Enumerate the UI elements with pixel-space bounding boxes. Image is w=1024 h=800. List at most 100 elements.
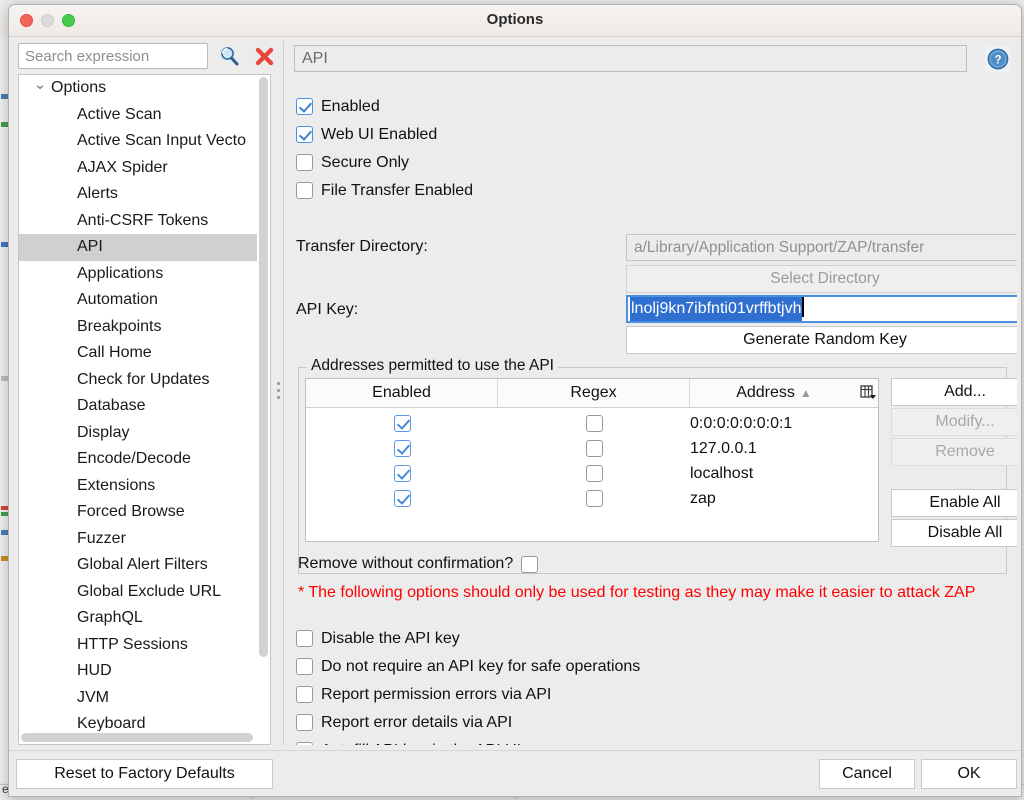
tree-vertical-scroll-thumb[interactable] bbox=[259, 77, 268, 657]
checkbox-web-ui-enabled-box[interactable] bbox=[296, 126, 313, 143]
clear-search-icon[interactable] bbox=[254, 46, 275, 67]
enable-all-button[interactable]: Enable All bbox=[891, 489, 1017, 517]
sidebar-item-global-exclude-url[interactable]: Global Exclude URL bbox=[19, 579, 257, 606]
row-enabled-checkbox[interactable] bbox=[394, 440, 411, 457]
transfer-directory-label: Transfer Directory: bbox=[296, 238, 428, 255]
add-address-button[interactable]: Add... bbox=[891, 378, 1017, 406]
checkbox-no-api-key-safe-ops-label: Do not require an API key for safe opera… bbox=[321, 657, 641, 675]
row-enabled-checkbox[interactable] bbox=[394, 490, 411, 507]
row-enabled-checkbox[interactable] bbox=[394, 465, 411, 482]
tree-vertical-scrollbar[interactable] bbox=[258, 77, 269, 729]
sidebar-item-display[interactable]: Display bbox=[19, 420, 257, 447]
sidebar-item-label: Extensions bbox=[77, 476, 156, 494]
sidebar-item-active-scan[interactable]: Active Scan bbox=[19, 102, 257, 129]
sidebar-item-label: Global Alert Filters bbox=[77, 556, 208, 573]
sidebar-item-extensions[interactable]: Extensions bbox=[19, 473, 257, 500]
row-regex-checkbox[interactable] bbox=[586, 465, 603, 482]
row-enabled-checkbox[interactable] bbox=[394, 415, 411, 432]
disable-all-button[interactable]: Disable All bbox=[891, 519, 1017, 547]
table-row[interactable]: zap bbox=[306, 486, 878, 511]
checkbox-secure-only[interactable]: Secure Only bbox=[296, 149, 409, 176]
search-input[interactable] bbox=[18, 43, 208, 69]
checkbox-no-api-key-safe-ops[interactable]: Do not require an API key for safe opera… bbox=[296, 653, 640, 680]
sidebar-item-http-sessions[interactable]: HTTP Sessions bbox=[19, 632, 257, 659]
sidebar-item-ajax-spider[interactable]: AJAX Spider bbox=[19, 155, 257, 182]
sidebar-item-database[interactable]: Database bbox=[19, 393, 257, 420]
table-row[interactable]: localhost bbox=[306, 461, 878, 486]
tree-horizontal-scroll-thumb[interactable] bbox=[21, 733, 253, 742]
row-regex-checkbox[interactable] bbox=[586, 415, 603, 432]
api-options-panel: API ? Enabled Web UI Enabled Secure Only… bbox=[283, 41, 1017, 745]
sidebar-item-graphql[interactable]: GraphQL bbox=[19, 605, 257, 632]
sidebar-item-alerts[interactable]: Alerts bbox=[19, 181, 257, 208]
search-icon[interactable] bbox=[218, 45, 240, 67]
chevron-down-icon[interactable]: ⌄ bbox=[33, 75, 47, 102]
row-address-value: 0:0:0:0:0:0:0:1 bbox=[690, 415, 793, 432]
tree-horizontal-scrollbar[interactable] bbox=[21, 732, 256, 743]
sidebar-item-encode-decode[interactable]: Encode/Decode bbox=[19, 446, 257, 473]
dialog-button-bar: Reset to Factory Defaults Cancel OK bbox=[9, 750, 1021, 796]
reset-to-factory-defaults-button[interactable]: Reset to Factory Defaults bbox=[16, 759, 273, 789]
checkbox-web-ui-enabled[interactable]: Web UI Enabled bbox=[296, 121, 437, 148]
checkbox-disable-api-key[interactable]: Disable the API key bbox=[296, 625, 460, 652]
checkbox-no-api-key-safe-ops-box[interactable] bbox=[296, 658, 313, 675]
checkbox-autofill-api-key-box[interactable] bbox=[296, 742, 313, 745]
row-regex-checkbox[interactable] bbox=[586, 440, 603, 457]
checkbox-disable-api-key-label: Disable the API key bbox=[321, 629, 460, 647]
checkbox-secure-only-label: Secure Only bbox=[321, 153, 410, 171]
window-title: Options bbox=[486, 11, 544, 28]
checkbox-file-transfer-enabled-box[interactable] bbox=[296, 182, 313, 199]
sidebar-item-fuzzer[interactable]: Fuzzer bbox=[19, 526, 257, 553]
checkbox-enabled-box[interactable] bbox=[296, 98, 313, 115]
column-header-regex[interactable]: Regex bbox=[498, 379, 690, 407]
checkbox-autofill-api-key[interactable]: Autofill API key in the API UI bbox=[296, 737, 521, 745]
sidebar-item-anti-csrf-tokens[interactable]: Anti-CSRF Tokens bbox=[19, 208, 257, 235]
sidebar-item-keyboard[interactable]: Keyboard bbox=[19, 711, 257, 731]
sidebar-item-applications[interactable]: Applications bbox=[19, 261, 257, 288]
sidebar-item-jvm[interactable]: JVM bbox=[19, 685, 257, 712]
api-key-input[interactable]: lnolj9kn7ibfnti01vrffbtjvh bbox=[626, 295, 1017, 323]
generate-random-key-button[interactable]: Generate Random Key bbox=[626, 326, 1017, 354]
sidebar-item-active-scan-input-vecto[interactable]: Active Scan Input Vecto bbox=[19, 128, 257, 155]
remove-without-confirmation-checkbox[interactable] bbox=[521, 555, 539, 573]
checkbox-enabled[interactable]: Enabled bbox=[296, 93, 380, 120]
sidebar-item-label: Alerts bbox=[77, 185, 118, 202]
sidebar-item-label: Breakpoints bbox=[77, 317, 162, 335]
sidebar-item-options[interactable]: ⌄ Options bbox=[19, 75, 257, 102]
checkbox-report-error-details-box[interactable] bbox=[296, 714, 313, 731]
sidebar-item-global-alert-filters[interactable]: Global Alert Filters bbox=[19, 552, 257, 579]
table-row[interactable]: 127.0.0.1 bbox=[306, 436, 878, 461]
column-header-address-label: Address bbox=[736, 384, 795, 401]
checkbox-file-transfer-enabled[interactable]: File Transfer Enabled bbox=[296, 177, 473, 204]
row-address-value: zap bbox=[690, 490, 716, 507]
sidebar-item-call-home[interactable]: Call Home bbox=[19, 340, 257, 367]
checkbox-secure-only-box[interactable] bbox=[296, 154, 313, 171]
testing-warning-text: * The following options should only be u… bbox=[298, 584, 976, 601]
checkbox-report-permission-errors[interactable]: Report permission errors via API bbox=[296, 681, 551, 708]
cancel-button[interactable]: Cancel bbox=[819, 759, 915, 789]
sidebar-item-forced-browse[interactable]: Forced Browse bbox=[19, 499, 257, 526]
table-row[interactable]: 0:0:0:0:0:0:0:1 bbox=[306, 411, 878, 436]
checkbox-report-permission-errors-box[interactable] bbox=[296, 686, 313, 703]
column-header-enabled[interactable]: Enabled bbox=[306, 379, 498, 407]
sidebar-item-automation[interactable]: Automation bbox=[19, 287, 257, 314]
sidebar-item-label: API bbox=[77, 238, 103, 255]
svg-text:?: ? bbox=[994, 55, 1001, 67]
checkbox-report-error-details[interactable]: Report error details via API bbox=[296, 709, 512, 736]
column-header-address[interactable]: Address ▲ bbox=[690, 379, 858, 407]
remove-without-confirmation-row[interactable]: Remove without confirmation? bbox=[298, 552, 539, 576]
page-title: API bbox=[294, 45, 967, 72]
help-question-icon[interactable]: ? bbox=[985, 46, 1011, 72]
sidebar-item-api[interactable]: API bbox=[19, 234, 257, 261]
checkbox-web-ui-enabled-label: Web UI Enabled bbox=[321, 125, 438, 143]
table-column-config-icon[interactable] bbox=[858, 379, 878, 407]
sidebar-item-hud[interactable]: HUD bbox=[19, 658, 257, 685]
sidebar-item-check-for-updates[interactable]: Check for Updates bbox=[19, 367, 257, 394]
split-pane-divider[interactable] bbox=[274, 41, 283, 745]
remove-address-button: Remove bbox=[891, 438, 1017, 466]
row-regex-checkbox[interactable] bbox=[586, 490, 603, 507]
checkbox-disable-api-key-box[interactable] bbox=[296, 630, 313, 647]
text-caret bbox=[802, 297, 805, 317]
sidebar-item-breakpoints[interactable]: Breakpoints bbox=[19, 314, 257, 341]
ok-button[interactable]: OK bbox=[921, 759, 1017, 789]
